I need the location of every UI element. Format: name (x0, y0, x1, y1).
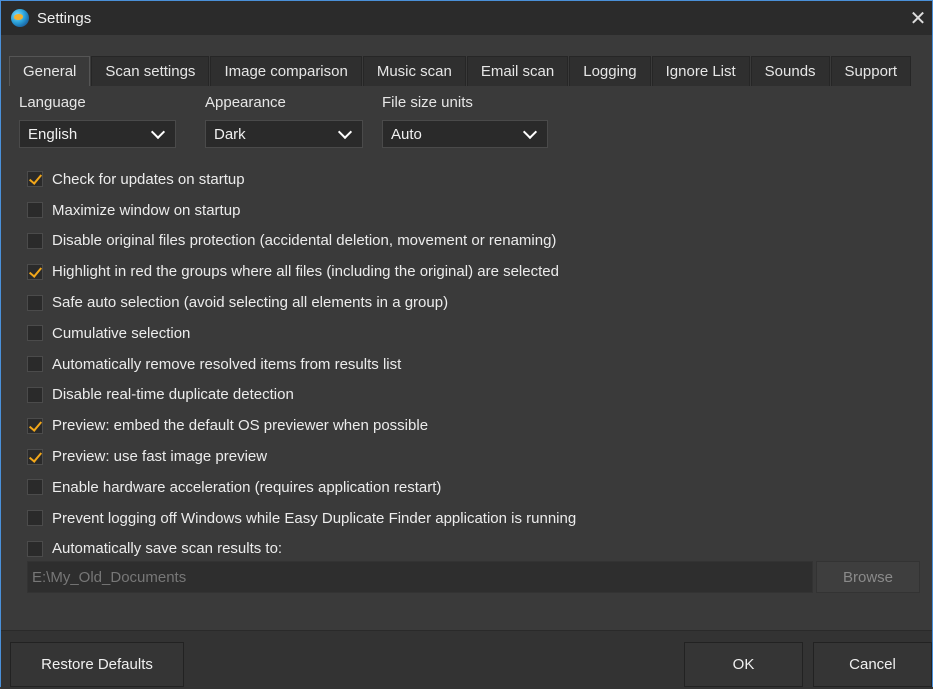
option-label: Maximize window on startup (52, 201, 241, 219)
option-row[interactable]: Safe auto selection (avoid selecting all… (27, 287, 926, 318)
tab-logging[interactable]: Logging (569, 56, 651, 86)
option-label: Enable hardware acceleration (requires a… (52, 478, 442, 496)
file-size-units-label: File size units (382, 94, 473, 111)
ok-button[interactable]: OK (684, 642, 803, 687)
checkbox-unchecked[interactable] (27, 325, 43, 342)
tab-support[interactable]: Support (830, 56, 912, 86)
appearance-label: Appearance (205, 94, 286, 111)
checkbox-unchecked[interactable] (27, 386, 43, 403)
tab-scan-settings[interactable]: Scan settings (91, 56, 210, 86)
tab-bar: General Scan settings Image comparison M… (9, 56, 926, 86)
save-path-input[interactable] (27, 561, 813, 593)
language-label: Language (19, 94, 86, 111)
checkbox-unchecked[interactable] (27, 232, 43, 249)
checkbox-checked[interactable] (27, 417, 43, 434)
option-row[interactable]: Automatically save scan results to: (27, 534, 926, 565)
option-row[interactable]: Maximize window on startup (27, 195, 926, 226)
option-row[interactable]: Enable hardware acceleration (requires a… (27, 472, 926, 503)
checkbox-checked[interactable] (27, 448, 43, 465)
option-row[interactable]: Automatically remove resolved items from… (27, 349, 926, 380)
checkbox-unchecked[interactable] (27, 479, 43, 496)
checkbox-checked[interactable] (27, 171, 43, 188)
chevron-down-icon (522, 124, 538, 139)
checkbox-unchecked[interactable] (27, 540, 43, 557)
option-label: Disable real-time duplicate detection (52, 386, 294, 404)
options-list: Check for updates on startup Maximize win… (27, 164, 926, 564)
tab-email-scan[interactable]: Email scan (466, 56, 569, 86)
option-row[interactable]: Disable real-time duplicate detection (27, 380, 926, 411)
option-row[interactable]: Preview: embed the default OS previewer … (27, 410, 926, 441)
checkbox-unchecked[interactable] (27, 356, 43, 373)
file-size-units-value: Auto (391, 125, 422, 143)
option-row[interactable]: Check for updates on startup (27, 164, 926, 195)
appearance-select[interactable]: Dark (205, 120, 363, 148)
tab-ignore-list[interactable]: Ignore List (651, 56, 750, 86)
general-tab-panel: Language English Appearance Dark File si… (9, 86, 926, 630)
tab-image-comparison[interactable]: Image comparison (210, 56, 362, 86)
footer-bar: Restore Defaults OK Cancel (1, 630, 932, 689)
option-label: Automatically remove resolved items from… (52, 355, 402, 373)
option-label: Prevent logging off Windows while Easy D… (52, 509, 577, 527)
option-label: Automatically save scan results to: (52, 540, 283, 558)
option-label: Safe auto selection (avoid selecting all… (52, 294, 449, 312)
option-label: Preview: embed the default OS previewer … (52, 417, 429, 435)
option-row[interactable]: Highlight in red the groups where all fi… (27, 256, 926, 287)
save-path-row: Browse (27, 561, 920, 593)
language-value: English (28, 125, 78, 143)
option-row[interactable]: Prevent logging off Windows while Easy D… (27, 503, 926, 534)
file-size-units-select[interactable]: Auto (382, 120, 548, 148)
appearance-value: Dark (214, 125, 246, 143)
file-size-units-group: File size units Auto (382, 94, 548, 148)
checkbox-unchecked[interactable] (27, 294, 43, 311)
tab-general[interactable]: General (9, 56, 91, 86)
option-label: Highlight in red the groups where all fi… (52, 263, 559, 281)
browse-button[interactable]: Browse (816, 561, 920, 593)
checkbox-unchecked[interactable] (27, 510, 43, 527)
title-bar: Settings ✕ (1, 1, 932, 35)
option-row[interactable]: Cumulative selection (27, 318, 926, 349)
window-title: Settings (37, 9, 92, 27)
language-group: Language English (19, 94, 176, 148)
tab-music-scan[interactable]: Music scan (362, 56, 466, 86)
checkbox-unchecked[interactable] (27, 202, 43, 219)
option-label: Disable original files protection (accid… (52, 232, 557, 250)
tab-sounds[interactable]: Sounds (750, 56, 830, 86)
restore-defaults-button[interactable]: Restore Defaults (10, 642, 184, 687)
close-button[interactable]: ✕ (904, 1, 932, 35)
chevron-down-icon (337, 124, 353, 139)
appearance-group: Appearance Dark (205, 94, 363, 148)
cancel-button[interactable]: Cancel (813, 642, 932, 687)
chevron-down-icon (150, 124, 166, 139)
app-globe-icon (11, 9, 29, 27)
option-row[interactable]: Preview: use fast image preview (27, 441, 926, 472)
option-label: Preview: use fast image preview (52, 448, 268, 466)
checkbox-checked[interactable] (27, 263, 43, 280)
option-row[interactable]: Disable original files protection (accid… (27, 226, 926, 257)
language-select[interactable]: English (19, 120, 176, 148)
option-label: Check for updates on startup (52, 170, 245, 188)
option-label: Cumulative selection (52, 324, 191, 342)
dropdown-row: Language English Appearance Dark File si… (19, 94, 926, 154)
settings-window: Settings ✕ General Scan settings Image c… (0, 0, 933, 689)
